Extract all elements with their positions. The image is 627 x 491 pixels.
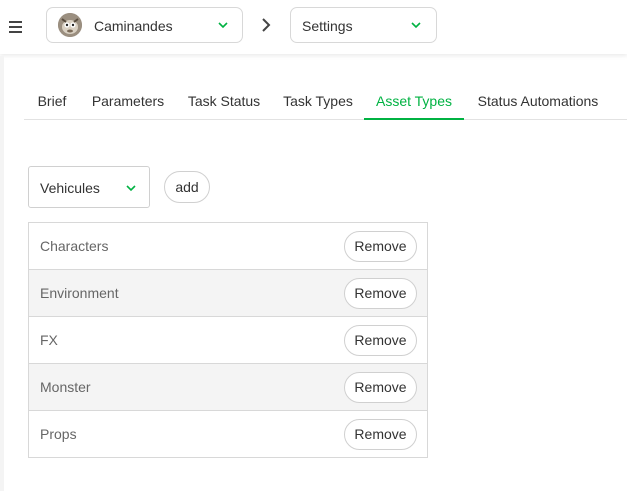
remove-button[interactable]: Remove: [344, 325, 417, 356]
list-item: Props Remove: [29, 411, 427, 458]
top-bar: Caminandes Settings: [0, 0, 627, 54]
remove-button[interactable]: Remove: [344, 278, 417, 309]
chevron-down-icon: [411, 22, 421, 29]
remove-button[interactable]: Remove: [344, 231, 417, 262]
hamburger-menu-icon[interactable]: [8, 18, 24, 34]
asset-type-name: Environment: [40, 285, 119, 301]
production-name: Caminandes: [94, 18, 173, 34]
tab-status-automations[interactable]: Status Automations: [464, 84, 612, 118]
asset-type-list: Characters Remove Environment Remove FX …: [28, 222, 428, 458]
asset-type-select-value: Vehicules: [40, 180, 100, 196]
add-asset-type-button[interactable]: add: [164, 171, 210, 203]
tab-task-status[interactable]: Task Status: [176, 84, 272, 118]
section-name: Settings: [302, 18, 353, 34]
asset-type-name: Props: [40, 426, 77, 442]
tab-task-types[interactable]: Task Types: [272, 84, 364, 118]
list-item: Monster Remove: [29, 364, 427, 411]
asset-type-name: Characters: [40, 238, 109, 254]
list-item: Characters Remove: [29, 223, 427, 270]
chevron-right-icon: [262, 18, 271, 32]
list-item: Environment Remove: [29, 270, 427, 317]
asset-type-select[interactable]: Vehicules: [28, 166, 150, 208]
production-avatar: [58, 13, 82, 37]
settings-tabs: Brief Parameters Task Status Task Types …: [24, 84, 627, 120]
production-select[interactable]: Caminandes: [46, 7, 243, 43]
tab-parameters[interactable]: Parameters: [80, 84, 176, 118]
list-item: FX Remove: [29, 317, 427, 364]
chevron-down-icon: [126, 185, 136, 192]
remove-button[interactable]: Remove: [344, 372, 417, 403]
tab-brief[interactable]: Brief: [24, 84, 80, 118]
remove-button[interactable]: Remove: [344, 419, 417, 450]
tab-asset-types[interactable]: Asset Types: [364, 84, 464, 120]
section-select[interactable]: Settings: [290, 7, 437, 43]
asset-type-name: FX: [40, 332, 58, 348]
chevron-down-icon: [218, 22, 228, 29]
sidebar-edge: [0, 56, 4, 491]
asset-type-name: Monster: [40, 379, 91, 395]
